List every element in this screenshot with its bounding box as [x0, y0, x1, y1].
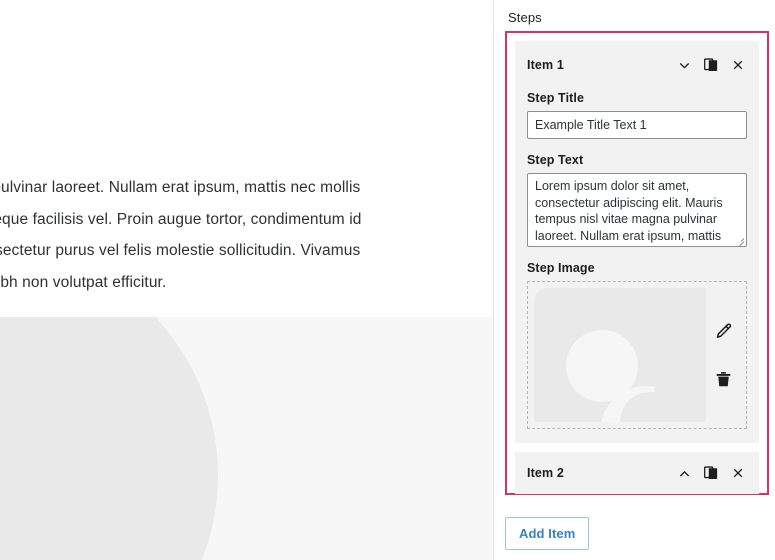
chevron-up-icon[interactable]: [677, 466, 691, 480]
repeater-item-1-header[interactable]: Item 1: [527, 53, 747, 77]
repeater-item-2-title: Item 2: [527, 466, 565, 480]
repeater-item-1-title: Item 1: [527, 58, 565, 72]
block-settings-sidebar: Steps Item 1 Step Title Example Title Te…: [494, 0, 775, 560]
add-item-button[interactable]: Add Item: [505, 517, 590, 550]
preview-hero-circle-shape: [0, 317, 218, 560]
preview-paragraph-line: mollis neque facilisis vel. Proin augue …: [0, 210, 362, 228]
preview-paragraph-line: magna pulvinar laoreet. Nullam erat ipsu…: [0, 179, 361, 196]
edit-pencil-icon[interactable]: [713, 321, 733, 341]
content-preview-pane: magna pulvinar laoreet. Nullam erat ipsu…: [0, 0, 493, 560]
step-image-actions: [706, 288, 740, 422]
step-title-label: Step Title: [527, 91, 585, 105]
repeater-item-1[interactable]: Item 1 Step Title Example Title Text 1 S…: [515, 41, 759, 443]
repeater-item-1-actions: [677, 58, 747, 72]
repeater-item-2[interactable]: Item 2: [515, 452, 759, 494]
close-icon[interactable]: [731, 58, 745, 72]
preview-paragraph: magna pulvinar laoreet. Nullam erat ipsu…: [0, 172, 485, 298]
duplicate-icon[interactable]: [704, 58, 718, 72]
app-screen: magna pulvinar laoreet. Nullam erat ipsu…: [0, 0, 775, 560]
step-text-label: Step Text: [527, 153, 584, 167]
steps-repeater[interactable]: Item 1 Step Title Example Title Text 1 S…: [505, 31, 769, 495]
duplicate-icon[interactable]: [704, 466, 718, 480]
chevron-down-icon[interactable]: [677, 58, 691, 72]
close-icon[interactable]: [731, 466, 745, 480]
preview-paragraph-line: retium nibh non volutpat efficitur.: [0, 273, 167, 291]
step-image-thumbnail[interactable]: [534, 288, 706, 422]
step-text-value: Lorem ipsum dolor sit amet, consectetur …: [535, 179, 729, 246]
step-image-label: Step Image: [527, 261, 595, 275]
preview-hero-block: [0, 317, 493, 560]
repeater-item-2-actions: [677, 466, 747, 480]
step-title-input[interactable]: [527, 111, 747, 139]
textarea-resize-handle[interactable]: [735, 235, 745, 246]
trash-icon[interactable]: [713, 369, 733, 389]
preview-paragraph-line: nus consectetur purus vel felis molestie…: [0, 242, 361, 259]
step-image-dropzone[interactable]: [527, 281, 747, 429]
step-text-textarea[interactable]: Lorem ipsum dolor sit amet, consectetur …: [527, 173, 747, 247]
repeater-group-label: Steps: [508, 10, 542, 25]
